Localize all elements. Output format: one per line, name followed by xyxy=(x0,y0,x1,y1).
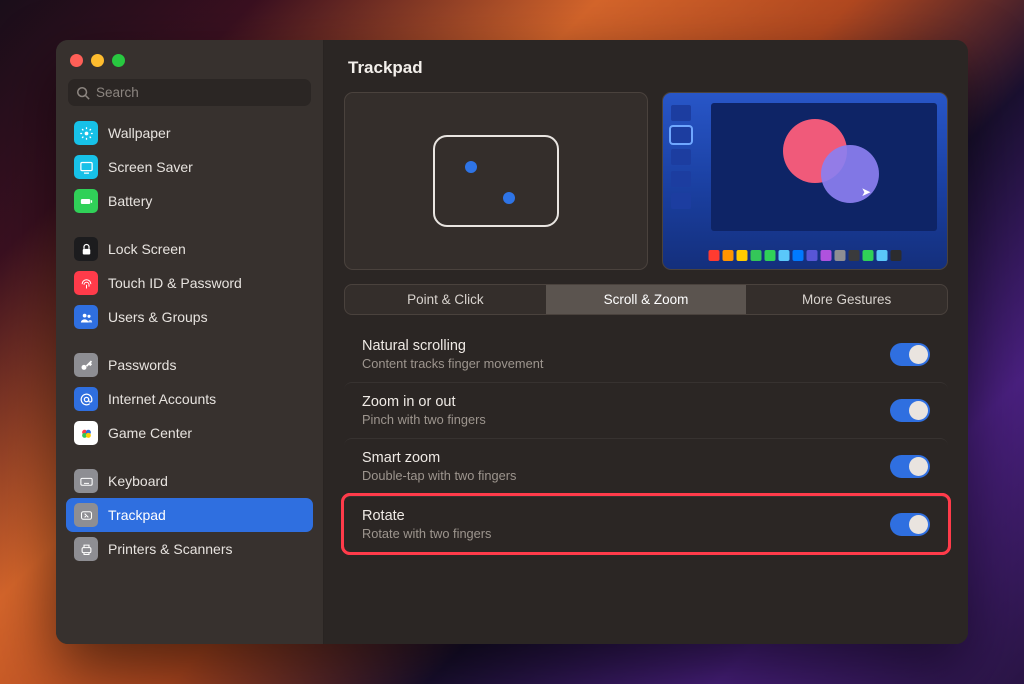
toggle-zoom-in-or-out[interactable] xyxy=(890,399,930,422)
sidebar: Wallpaper Screen Saver Battery Lock Screen T… xyxy=(56,40,324,644)
finger-dot-icon xyxy=(503,192,515,204)
search-icon xyxy=(76,86,90,100)
tab-scroll-zoom[interactable]: Scroll & Zoom xyxy=(546,285,747,314)
sidebar-item-label: Users & Groups xyxy=(108,309,208,325)
option-natural-scrolling: Natural scrolling Content tracks finger m… xyxy=(344,327,948,382)
sidebar-item-label: Keyboard xyxy=(108,473,168,489)
game-icon xyxy=(74,421,98,445)
trackpad-icon xyxy=(74,503,98,527)
sidebar-item-passwords[interactable]: Passwords xyxy=(66,348,313,382)
close-window-button[interactable] xyxy=(70,54,83,67)
sidebar-item-battery[interactable]: Battery xyxy=(66,184,313,218)
preview-row: ➤ xyxy=(324,88,968,284)
screensaver-icon xyxy=(74,155,98,179)
at-icon xyxy=(74,387,98,411)
sidebar-item-screen-saver[interactable]: Screen Saver xyxy=(66,150,313,184)
page-title: Trackpad xyxy=(348,58,944,78)
sidebar-item-trackpad[interactable]: Trackpad xyxy=(66,498,313,532)
sidebar-list: Wallpaper Screen Saver Battery Lock Screen T… xyxy=(56,116,323,644)
tab-point-click[interactable]: Point & Click xyxy=(345,285,546,314)
sidebar-item-internet-accounts[interactable]: Internet Accounts xyxy=(66,382,313,416)
fingerprint-icon xyxy=(74,271,98,295)
trackpad-outline xyxy=(433,135,559,227)
toggle-rotate[interactable] xyxy=(890,513,930,536)
option-rotate: Rotate Rotate with two fingers xyxy=(344,496,948,552)
tab-more-gestures[interactable]: More Gestures xyxy=(746,285,947,314)
sidebar-item-label: Passwords xyxy=(108,357,176,373)
option-smart-zoom: Smart zoom Double-tap with two fingers xyxy=(344,438,948,494)
preview-thumbnail-strip xyxy=(671,105,691,209)
option-title: Smart zoom xyxy=(362,450,516,466)
users-icon xyxy=(74,305,98,329)
minimize-window-button[interactable] xyxy=(91,54,104,67)
gesture-preview: ➤ xyxy=(662,92,948,270)
sidebar-item-printers-scanners[interactable]: Printers & Scanners xyxy=(66,532,313,566)
sidebar-item-label: Internet Accounts xyxy=(108,391,216,407)
sidebar-item-users-groups[interactable]: Users & Groups xyxy=(66,300,313,334)
tab-bar: Point & ClickScroll & ZoomMore Gestures xyxy=(344,284,948,315)
options-list: Natural scrolling Content tracks finger m… xyxy=(324,321,968,552)
sidebar-item-label: Printers & Scanners xyxy=(108,541,233,557)
settings-window: Wallpaper Screen Saver Battery Lock Screen T… xyxy=(56,40,968,644)
window-controls xyxy=(56,40,323,75)
option-title: Rotate xyxy=(362,508,491,524)
wallpaper-icon xyxy=(74,121,98,145)
keyboard-icon xyxy=(74,469,98,493)
sidebar-item-label: Touch ID & Password xyxy=(108,275,242,291)
sidebar-item-wallpaper[interactable]: Wallpaper xyxy=(66,116,313,150)
sidebar-item-label: Battery xyxy=(108,193,152,209)
finger-dot-icon xyxy=(465,161,477,173)
zoom-window-button[interactable] xyxy=(112,54,125,67)
sidebar-item-label: Wallpaper xyxy=(108,125,171,141)
sidebar-item-label: Lock Screen xyxy=(108,241,186,257)
sidebar-item-label: Game Center xyxy=(108,425,192,441)
sidebar-item-label: Screen Saver xyxy=(108,159,193,175)
option-subtitle: Rotate with two fingers xyxy=(362,526,491,541)
option-title: Natural scrolling xyxy=(362,338,543,354)
option-subtitle: Double-tap with two fingers xyxy=(362,468,516,483)
option-zoom-in-or-out: Zoom in or out Pinch with two fingers xyxy=(344,382,948,438)
preview-dock xyxy=(709,250,902,261)
sidebar-item-label: Trackpad xyxy=(108,507,166,523)
toggle-smart-zoom[interactable] xyxy=(890,455,930,478)
cursor-icon: ➤ xyxy=(861,185,871,199)
main-content: Trackpad ➤ Point & ClickScroll & ZoomM xyxy=(324,40,968,644)
trackpad-illustration xyxy=(344,92,648,270)
sidebar-item-touch-id-password[interactable]: Touch ID & Password xyxy=(66,266,313,300)
key-icon xyxy=(74,353,98,377)
sidebar-item-game-center[interactable]: Game Center xyxy=(66,416,313,450)
option-subtitle: Content tracks finger movement xyxy=(362,356,543,371)
search-input[interactable] xyxy=(96,85,303,100)
search-field[interactable] xyxy=(68,79,311,106)
option-title: Zoom in or out xyxy=(362,394,486,410)
sidebar-item-lock-screen[interactable]: Lock Screen xyxy=(66,232,313,266)
toggle-natural-scrolling[interactable] xyxy=(890,343,930,366)
printer-icon xyxy=(74,537,98,561)
sidebar-item-keyboard[interactable]: Keyboard xyxy=(66,464,313,498)
option-subtitle: Pinch with two fingers xyxy=(362,412,486,427)
battery-icon xyxy=(74,189,98,213)
lock-icon xyxy=(74,237,98,261)
